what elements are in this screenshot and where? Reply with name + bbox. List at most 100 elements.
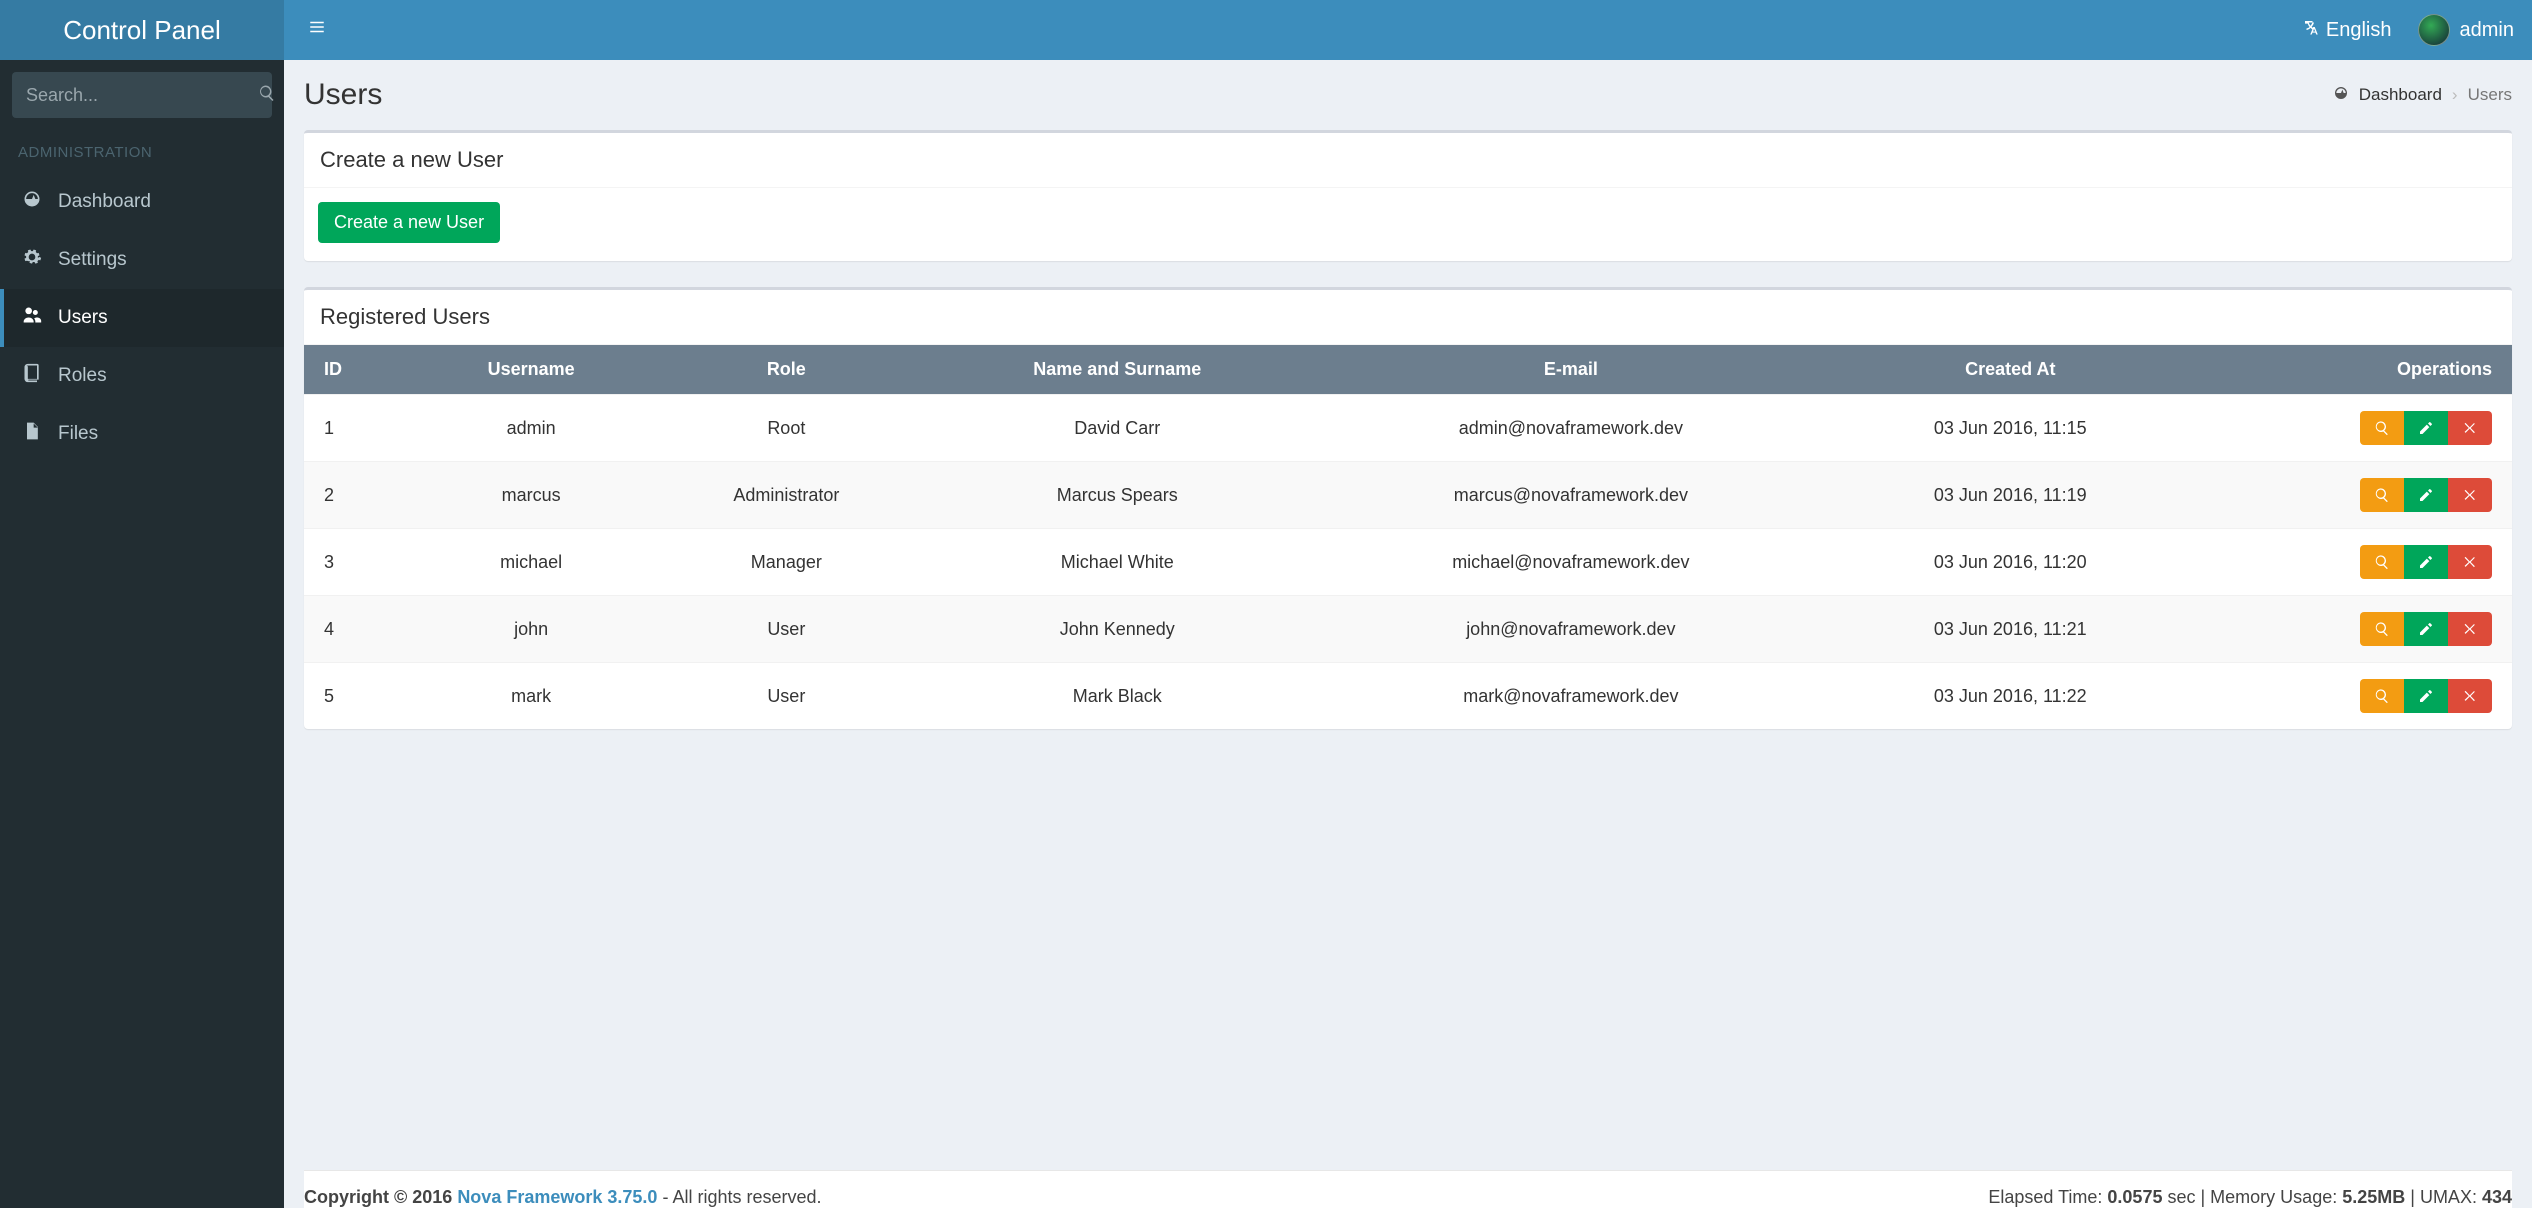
edit-button[interactable] bbox=[2404, 411, 2448, 445]
sidebar-item-files[interactable]: Files bbox=[0, 405, 284, 463]
edit-button[interactable] bbox=[2404, 612, 2448, 646]
create-user-button[interactable]: Create a new User bbox=[318, 202, 500, 243]
close-icon bbox=[2462, 420, 2478, 436]
menu-icon bbox=[308, 19, 326, 41]
sidebar-item-label: Dashboard bbox=[58, 191, 151, 213]
elapsed-value: 0.0575 bbox=[2107, 1187, 2162, 1207]
view-button[interactable] bbox=[2360, 545, 2404, 579]
pencil-icon bbox=[2418, 688, 2434, 704]
col-ops: Operations bbox=[2190, 345, 2512, 395]
mem-value: 5.25MB bbox=[2342, 1187, 2405, 1207]
cell-email: marcus@novaframework.dev bbox=[1312, 462, 1830, 529]
mem-label: sec | Memory Usage: bbox=[2167, 1187, 2342, 1207]
sidebar-item-label: Roles bbox=[58, 365, 107, 387]
language-icon bbox=[2302, 18, 2320, 42]
username-label: admin bbox=[2460, 19, 2514, 42]
framework-link[interactable]: Nova Framework 3.75.0 bbox=[457, 1187, 657, 1207]
dashboard-icon bbox=[2333, 85, 2349, 106]
cell-name: David Carr bbox=[923, 395, 1312, 462]
breadcrumb-separator: › bbox=[2452, 85, 2458, 105]
table-row: 2marcusAdministratorMarcus Spearsmarcus@… bbox=[304, 462, 2512, 529]
cell-operations bbox=[2190, 596, 2512, 663]
cell-operations bbox=[2190, 462, 2512, 529]
search-icon bbox=[2374, 688, 2390, 704]
cell-created: 03 Jun 2016, 11:21 bbox=[1830, 596, 2190, 663]
delete-button[interactable] bbox=[2448, 612, 2492, 646]
cell-email: admin@novaframework.dev bbox=[1312, 395, 1830, 462]
breadcrumb-root[interactable]: Dashboard bbox=[2359, 85, 2442, 105]
language-switcher[interactable]: English bbox=[2302, 18, 2392, 42]
umax-value: 434 bbox=[2482, 1187, 2512, 1207]
col-email: E-mail bbox=[1312, 345, 1830, 395]
cell-username: john bbox=[412, 596, 649, 663]
search-input[interactable] bbox=[26, 85, 258, 106]
close-icon bbox=[2462, 487, 2478, 503]
cell-role: User bbox=[650, 596, 923, 663]
cell-created: 03 Jun 2016, 11:22 bbox=[1830, 663, 2190, 730]
nav-section-header: ADMINISTRATION bbox=[0, 130, 284, 173]
view-button[interactable] bbox=[2360, 679, 2404, 713]
col-role: Role bbox=[650, 345, 923, 395]
breadcrumb: Dashboard › Users bbox=[2333, 85, 2512, 106]
cell-name: John Kennedy bbox=[923, 596, 1312, 663]
user-menu[interactable]: admin bbox=[2418, 14, 2514, 46]
pencil-icon bbox=[2418, 420, 2434, 436]
cell-username: michael bbox=[412, 529, 649, 596]
panel-title: Create a new User bbox=[304, 133, 2512, 188]
sidebar-item-dashboard[interactable]: Dashboard bbox=[0, 173, 284, 231]
table-row: 3michaelManagerMichael Whitemichael@nova… bbox=[304, 529, 2512, 596]
table-header-row: ID Username Role Name and Surname E-mail… bbox=[304, 345, 2512, 395]
users-table: ID Username Role Name and Surname E-mail… bbox=[304, 345, 2512, 729]
delete-button[interactable] bbox=[2448, 545, 2492, 579]
edit-button[interactable] bbox=[2404, 679, 2448, 713]
cell-username: admin bbox=[412, 395, 649, 462]
sidebar-item-roles[interactable]: Roles bbox=[0, 347, 284, 405]
cell-created: 03 Jun 2016, 11:19 bbox=[1830, 462, 2190, 529]
footer-right: Elapsed Time: 0.0575 sec | Memory Usage:… bbox=[1988, 1187, 2512, 1208]
search-icon[interactable] bbox=[258, 84, 276, 107]
cell-role: Root bbox=[650, 395, 923, 462]
topbar-right: English admin bbox=[284, 0, 2532, 60]
close-icon bbox=[2462, 554, 2478, 570]
main-content: Users Dashboard › Users Create a new Use… bbox=[284, 60, 2532, 1208]
close-icon bbox=[2462, 688, 2478, 704]
sidebar-toggle[interactable] bbox=[302, 12, 332, 48]
delete-button[interactable] bbox=[2448, 478, 2492, 512]
cell-email: mark@novaframework.dev bbox=[1312, 663, 1830, 730]
panel-title: Registered Users bbox=[304, 290, 2512, 345]
col-created: Created At bbox=[1830, 345, 2190, 395]
search-icon bbox=[2374, 420, 2390, 436]
view-button[interactable] bbox=[2360, 411, 2404, 445]
cell-id: 1 bbox=[304, 395, 412, 462]
topbar: Control Panel English admin bbox=[0, 0, 2532, 60]
pencil-icon bbox=[2418, 554, 2434, 570]
delete-button[interactable] bbox=[2448, 411, 2492, 445]
umax-label: | UMAX: bbox=[2410, 1187, 2482, 1207]
cell-username: mark bbox=[412, 663, 649, 730]
avatar bbox=[2418, 14, 2450, 46]
edit-button[interactable] bbox=[2404, 545, 2448, 579]
search-icon bbox=[2374, 487, 2390, 503]
sidebar-item-settings[interactable]: Settings bbox=[0, 231, 284, 289]
cell-role: Manager bbox=[650, 529, 923, 596]
cell-id: 3 bbox=[304, 529, 412, 596]
sidebar-item-users[interactable]: Users bbox=[0, 289, 284, 347]
edit-button[interactable] bbox=[2404, 478, 2448, 512]
sidebar-item-label: Files bbox=[58, 423, 98, 445]
table-row: 5markUserMark Blackmark@novaframework.de… bbox=[304, 663, 2512, 730]
view-button[interactable] bbox=[2360, 478, 2404, 512]
cell-role: User bbox=[650, 663, 923, 730]
view-button[interactable] bbox=[2360, 612, 2404, 646]
cell-created: 03 Jun 2016, 11:15 bbox=[1830, 395, 2190, 462]
col-id: ID bbox=[304, 345, 412, 395]
cell-operations bbox=[2190, 529, 2512, 596]
cell-id: 4 bbox=[304, 596, 412, 663]
footer: Copyright © 2016 Nova Framework 3.75.0 -… bbox=[304, 1170, 2512, 1208]
delete-button[interactable] bbox=[2448, 679, 2492, 713]
cell-created: 03 Jun 2016, 11:20 bbox=[1830, 529, 2190, 596]
cell-id: 2 bbox=[304, 462, 412, 529]
brand[interactable]: Control Panel bbox=[0, 0, 284, 60]
create-user-panel: Create a new User Create a new User bbox=[304, 130, 2512, 261]
sidebar-search[interactable] bbox=[12, 72, 272, 118]
table-row: 4johnUserJohn Kennedyjohn@novaframework.… bbox=[304, 596, 2512, 663]
